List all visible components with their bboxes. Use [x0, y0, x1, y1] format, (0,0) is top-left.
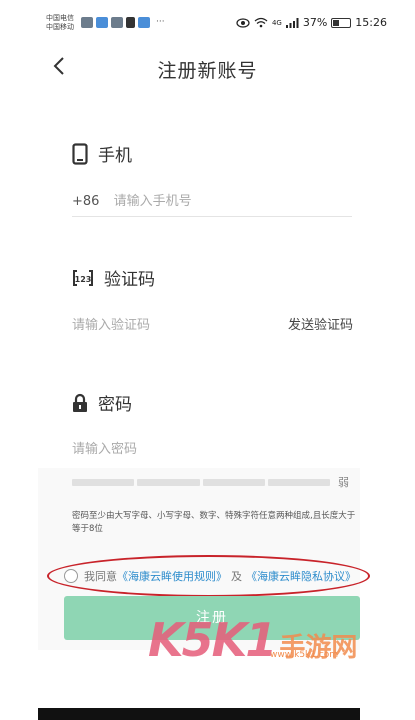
password-label: 密码 — [98, 395, 132, 415]
phone-label: 手机 — [98, 146, 132, 166]
password-strength-meter — [72, 479, 330, 486]
eye-icon — [236, 17, 250, 28]
country-code[interactable]: +86 — [72, 194, 99, 209]
app-notification-icon — [96, 17, 108, 28]
watermark-url: www.k5k1.com — [270, 650, 339, 660]
battery-icon — [331, 17, 352, 28]
password-section-header: 密码 — [72, 390, 132, 415]
header: 注册新账号 — [0, 34, 415, 100]
more-notifications: ··· — [156, 17, 165, 27]
send-code-button[interactable]: 发送验证码 — [288, 314, 353, 333]
app-notification-icon — [138, 17, 150, 28]
password-strength-label: 弱 — [338, 476, 349, 489]
bottom-bar — [38, 708, 360, 720]
lock-icon — [73, 393, 87, 412]
phone-input[interactable]: 请输入手机号 — [114, 194, 192, 209]
svg-text:123: 123 — [75, 275, 92, 284]
password-input[interactable]: 请输入密码 — [72, 438, 352, 457]
code-section-header: 123 验证码 — [72, 265, 155, 290]
carrier-1: 中国电信 — [46, 14, 74, 22]
code-icon: 123 — [73, 269, 93, 286]
status-right: 4G 37% 15:26 — [236, 16, 387, 29]
carrier-2: 中国移动 — [46, 23, 74, 31]
notification-icons: ··· — [81, 17, 165, 28]
code-label: 验证码 — [104, 270, 155, 290]
agree-and: 及 — [231, 570, 242, 583]
status-bar: 中国电信 中国移动 ··· 4G 37% 15:26 — [0, 0, 415, 34]
privacy-link[interactable]: 《海康云眸隐私协议》 — [246, 568, 356, 584]
strength-segment — [202, 479, 265, 486]
strength-segment — [267, 479, 330, 486]
carrier-info: 中国电信 中国移动 — [46, 14, 74, 32]
phone-underline — [72, 216, 352, 217]
password-hint: 密码至少由大写字母、小写字母、数字、特殊字符任意两种组成,且长度大于等于8位 — [72, 511, 356, 534]
strength-segment — [137, 479, 200, 486]
battery-percent: 37% — [302, 16, 328, 29]
tiktok-icon — [126, 17, 135, 28]
wifi-icon — [254, 17, 268, 28]
signal-icon — [285, 17, 299, 28]
agree-prefix: 我同意 — [84, 570, 117, 583]
watermark-logo: K5K1 — [148, 613, 277, 667]
page-title: 注册新账号 — [157, 60, 258, 82]
phone-section-header: 手机 — [72, 141, 132, 166]
clock: 15:26 — [355, 16, 387, 29]
network-type: 4G — [271, 18, 282, 27]
agree-radio[interactable] — [64, 569, 78, 583]
phone-icon — [72, 142, 88, 165]
app-notification-icon — [111, 17, 123, 28]
terms-link[interactable]: 《海康云眸使用规则》 — [117, 568, 227, 584]
agreement-row: 我同意 《海康云眸使用规则》 及 《海康云眸隐私协议》 — [64, 568, 356, 584]
strength-segment — [72, 479, 135, 486]
app-notification-icon — [81, 17, 93, 28]
phone-field[interactable]: +86 请输入手机号 — [72, 190, 352, 209]
